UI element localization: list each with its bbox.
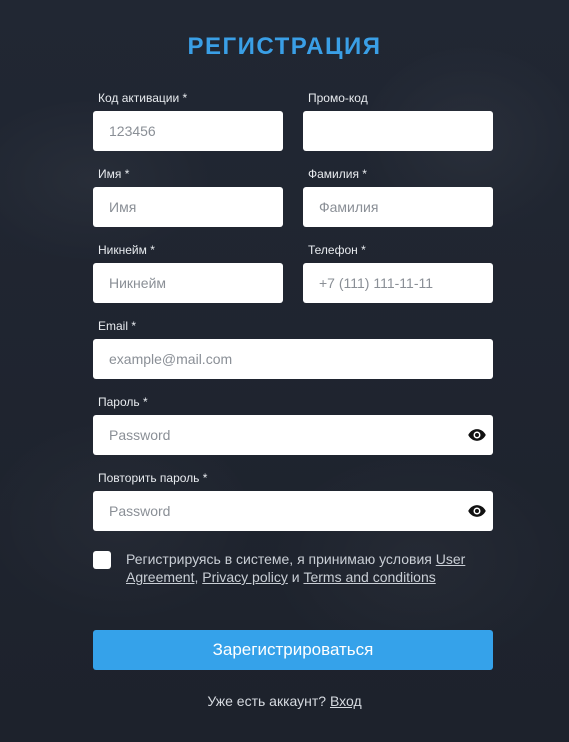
phone-field[interactable]	[303, 263, 493, 303]
promo-code-input[interactable]	[303, 111, 493, 151]
privacy-policy-link[interactable]: Privacy policy	[202, 569, 288, 585]
register-button[interactable]: Зарегистрироваться	[93, 630, 493, 670]
password-label: Пароль *	[98, 395, 148, 409]
promo-code-field[interactable]	[303, 111, 493, 151]
activation-code-input[interactable]	[93, 111, 283, 151]
email-input[interactable]	[93, 339, 493, 379]
eye-icon[interactable]	[467, 501, 487, 521]
eye-icon[interactable]	[467, 425, 487, 445]
promo-code-label: Промо-код	[308, 91, 368, 105]
email-label: Email *	[98, 319, 137, 333]
password-repeat-input[interactable]	[93, 491, 493, 531]
phone-label: Телефон *	[308, 243, 366, 257]
first-name-field[interactable]	[93, 187, 283, 227]
login-prompt: Уже есть аккаунт? Вход	[0, 693, 569, 709]
email-field[interactable]	[93, 339, 493, 379]
last-name-label: Фамилия *	[308, 167, 367, 181]
agreement-prefix: Регистрируясь в системе, я принимаю усло…	[126, 551, 436, 567]
login-link[interactable]: Вход	[330, 693, 362, 709]
agreement-text: Регистрируясь в системе, я принимаю усло…	[126, 550, 486, 586]
activation-code-field[interactable]	[93, 111, 283, 151]
login-prompt-text: Уже есть аккаунт?	[207, 693, 330, 709]
last-name-input[interactable]	[303, 187, 493, 227]
page-title: РЕГИСТРАЦИЯ	[187, 33, 382, 60]
password-repeat-field[interactable]	[93, 491, 493, 531]
nickname-field[interactable]	[93, 263, 283, 303]
terms-link[interactable]: Terms and conditions	[303, 569, 435, 585]
nickname-label: Никнейм *	[98, 243, 155, 257]
activation-code-label: Код активации *	[98, 91, 188, 105]
last-name-field[interactable]	[303, 187, 493, 227]
phone-input[interactable]	[303, 263, 493, 303]
nickname-input[interactable]	[93, 263, 283, 303]
password-field[interactable]	[93, 415, 493, 455]
agreement-and: и	[287, 569, 304, 585]
agreement-checkbox[interactable]	[93, 551, 111, 569]
password-repeat-label: Повторить пароль *	[98, 471, 208, 485]
first-name-input[interactable]	[93, 187, 283, 227]
first-name-label: Имя *	[98, 167, 130, 181]
password-input[interactable]	[93, 415, 493, 455]
